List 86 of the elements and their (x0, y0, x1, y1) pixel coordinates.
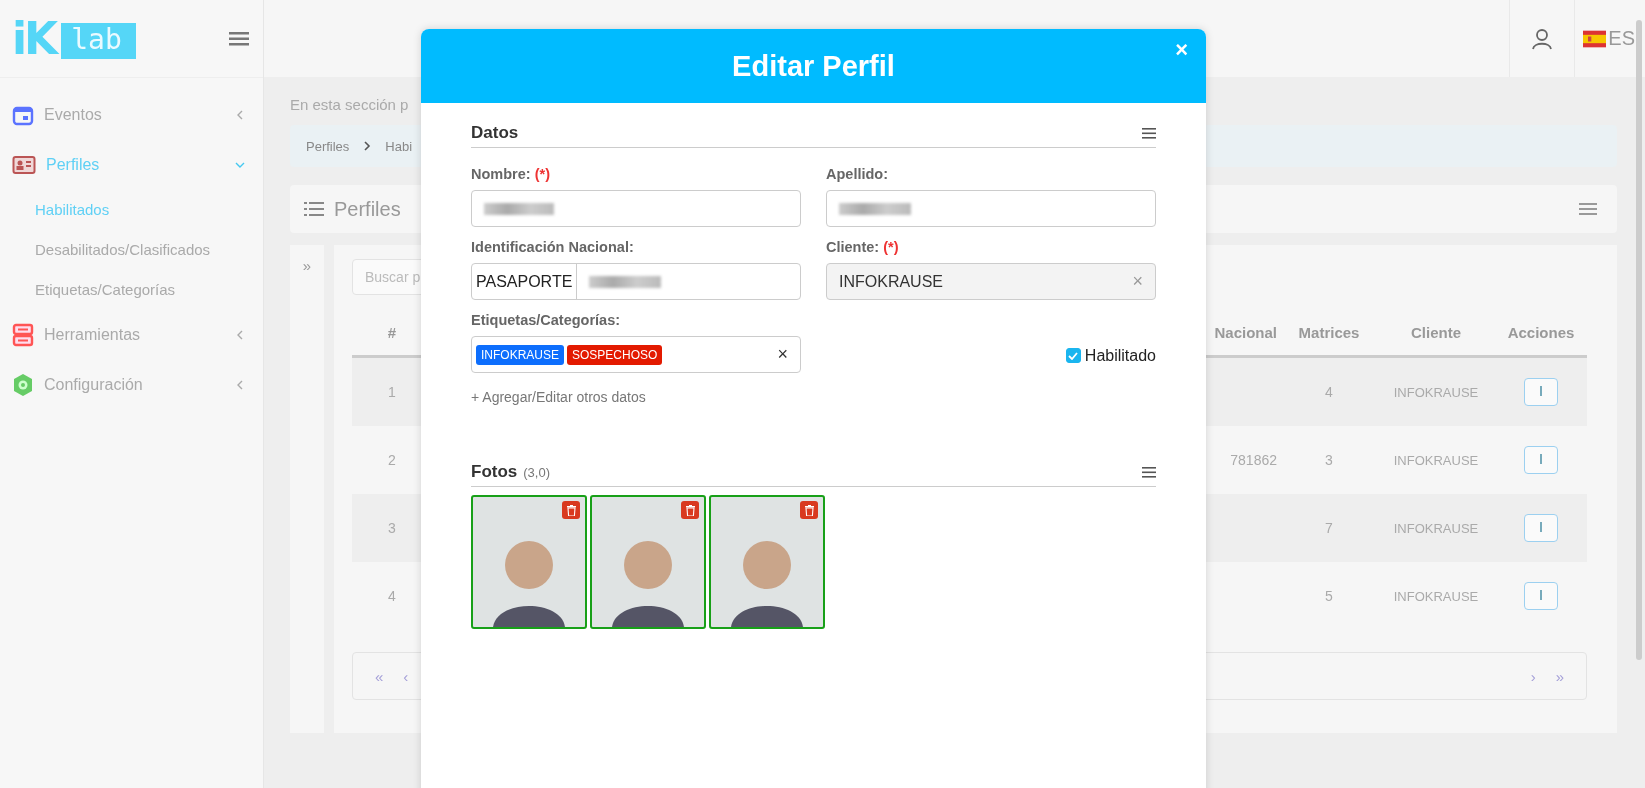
table-cell-text: 3 (1324, 452, 1334, 468)
table-cell-text: 4 (387, 588, 397, 604)
sidebar-subitem[interactable]: Desabilitados/Clasificados (0, 230, 263, 270)
delete-button[interactable] (562, 501, 580, 519)
chevron-left-icon (235, 110, 245, 120)
menu-icon[interactable] (1142, 127, 1156, 139)
tags-select[interactable]: INFOKRAUSE SOSPECHOSO × (471, 336, 801, 373)
id-card-icon (12, 155, 36, 175)
clear-button[interactable]: × (777, 344, 788, 365)
table-cell-text: 5 (1324, 588, 1334, 604)
panel-title: Perfiles (334, 197, 401, 221)
table-cell: 781862 (1230, 452, 1277, 468)
trash-icon (685, 504, 695, 516)
column-header: Nacional (1213, 323, 1278, 341)
calendar-icon (12, 104, 34, 126)
sidebar-subitem[interactable]: Etiquetas/Categorías (0, 270, 263, 310)
actions-button[interactable] (1524, 446, 1558, 474)
surname-field[interactable] (826, 190, 1156, 227)
table-cell-text: INFOKRAUSE (1392, 588, 1480, 604)
column-header: Acciones (1506, 323, 1576, 341)
modal-title: Editar Perfil (732, 49, 895, 83)
language-selector[interactable]: ES (1574, 0, 1635, 77)
checkbox[interactable] (1065, 348, 1081, 363)
add-data-link[interactable]: + Agregar/Editar otros datos (471, 389, 646, 405)
expand-button[interactable]: » (298, 251, 316, 279)
vertical-bar-icon (1539, 522, 1543, 534)
field-label: Nombre: (*) (471, 166, 551, 182)
table-cell-text: 2 (387, 452, 397, 468)
field-label: Cliente: (*) (826, 239, 900, 255)
vertical-bar-icon (1539, 386, 1543, 398)
tag: INFOKRAUSE (476, 344, 564, 365)
sidebar-item[interactable]: Configuración (0, 360, 263, 410)
field-label: Etiquetas/Categorías: (471, 312, 622, 328)
name-field[interactable] (471, 190, 801, 227)
chevron-left-icon (235, 330, 245, 340)
tag: SOSPECHOSO (567, 344, 663, 365)
delete-button[interactable] (800, 501, 818, 519)
logo: iK lab (12, 16, 136, 61)
trash-icon (566, 504, 576, 516)
list-icon (304, 201, 324, 217)
close-button[interactable]: × (1171, 39, 1192, 61)
table-cell-text: INFOKRAUSE (1392, 384, 1480, 400)
server-icon (12, 323, 34, 347)
vertical-bar-icon (1539, 454, 1543, 466)
table-cell-text: 7 (1324, 520, 1334, 536)
table-cell-text: 4 (1324, 384, 1334, 400)
user-icon[interactable] (1531, 27, 1553, 50)
delete-button[interactable] (681, 501, 699, 519)
chevron-right-icon (363, 141, 372, 151)
intro-text: En esta sección p (290, 96, 410, 113)
column-header: Matrices (1297, 323, 1361, 341)
menu-icon[interactable] (229, 30, 249, 47)
flag-icon (1583, 28, 1607, 49)
photo-count: (3,0) (523, 464, 550, 480)
gear-icon (12, 373, 34, 397)
chevron-left-icon (235, 380, 245, 390)
table-cell-text: 1 (387, 384, 397, 400)
actions-button[interactable] (1524, 514, 1558, 542)
table-cell-text: INFOKRAUSE (1392, 452, 1480, 468)
first-page-link[interactable]: « (375, 667, 384, 685)
section-title: Fotos (471, 462, 518, 482)
previous-page-link[interactable]: ‹ (403, 667, 409, 685)
menu-icon[interactable] (1142, 466, 1156, 478)
enabled-checkbox[interactable]: Habilitado (1065, 346, 1156, 365)
breadcrumb-link[interactable]: Perfiles (306, 138, 350, 154)
sidebar-item[interactable]: Herramientas (0, 310, 263, 360)
scrollbar[interactable] (1636, 20, 1642, 660)
sidebar-item[interactable]: Perfiles (0, 140, 263, 190)
sidebar-subitem[interactable]: Habilitados (0, 190, 263, 230)
section-title: Datos (471, 123, 519, 143)
column-header: # (386, 323, 398, 341)
chevron-down-icon (235, 160, 245, 170)
check-icon (1068, 351, 1079, 360)
table-cell-text: 3 (387, 520, 397, 536)
last-page-link[interactable]: » (1555, 667, 1564, 685)
actions-button[interactable] (1524, 582, 1558, 610)
table-cell-text: INFOKRAUSE (1392, 520, 1480, 536)
field-label: Apellido: (826, 166, 890, 182)
sidebar-item[interactable]: Eventos (0, 90, 263, 140)
column-header: Cliente (1410, 323, 1462, 341)
actions-button[interactable] (1524, 378, 1558, 406)
vertical-bar-icon (1539, 590, 1543, 602)
field-label: Identificación Nacional: (471, 239, 635, 255)
next-page-link[interactable]: › (1530, 667, 1536, 685)
breadcrumb-link[interactable]: Habi (385, 138, 413, 154)
trash-icon (804, 504, 814, 516)
